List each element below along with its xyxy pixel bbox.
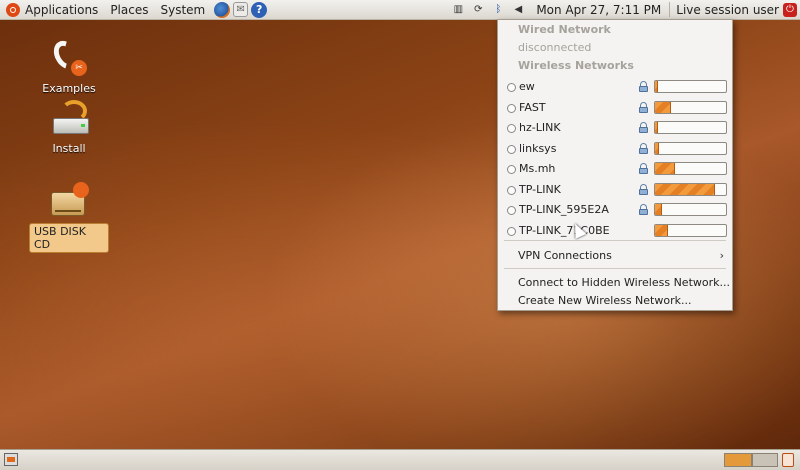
secured-lock-icon [638,163,649,174]
network-radio-button[interactable] [507,165,516,174]
signal-strength-fill [655,163,675,174]
signal-strength-bar [654,223,727,237]
mail-icon[interactable]: ✉ [233,2,249,17]
signal-strength-bar [654,80,727,93]
signal-strength-fill [655,142,659,154]
signal-strength-fill [655,101,671,113]
network-radio-button[interactable] [507,103,516,113]
examples-icon: ✂ [48,36,89,78]
bluetooth-icon[interactable]: ᛒ [491,3,505,17]
menu-separator [504,268,726,269]
wireless-network-item[interactable]: TP-LINK_595E2A [498,200,732,220]
signal-strength-bar [654,203,727,216]
create-new-network-item[interactable]: Create New Wireless Network... [518,294,691,307]
network-radio-button[interactable] [507,226,516,236]
desktop-icon-install[interactable]: Install [29,98,109,156]
wireless-network-item[interactable]: linksys [498,139,732,159]
wireless-network-item[interactable]: ew [498,77,732,97]
wired-network-status: disconnected [518,41,592,54]
network-name: TP-LINK [519,182,561,196]
applications-menu-label: Applications [25,2,99,17]
desktop-icon-label: Examples [42,82,96,95]
session-label[interactable]: Live session user [670,3,783,17]
places-menu[interactable]: Places [104,0,154,19]
workspace-2[interactable] [752,453,778,467]
show-desktop-icon[interactable] [4,453,18,466]
ubuntu-logo-icon [6,2,20,17]
wireless-network-item[interactable]: TP-LINK [498,180,732,200]
vpn-connections-item[interactable]: VPN Connections [518,249,728,262]
desktop-icon-usb-disk[interactable]: USB DISK CD [29,180,109,253]
signal-strength-fill [655,204,662,215]
desktop-icon-label: Install [52,142,86,155]
power-icon[interactable]: ⏻ [783,2,797,17]
wireless-network-item[interactable]: hz-LINK [498,118,732,138]
wired-network-header: Wired Network [518,23,611,36]
network-name: TP-LINK_595E2A [519,203,609,216]
network-name: TP-LINK_71C0BE [519,223,610,237]
network-name: Ms.mh [519,162,556,175]
secured-lock-icon [638,122,649,133]
connect-hidden-network-item[interactable]: Connect to Hidden Wireless Network... [518,276,730,289]
trash-icon[interactable] [782,453,794,467]
wireless-networks-header: Wireless Networks [518,59,634,72]
secured-lock-icon [638,204,649,215]
network-radio-button[interactable] [507,144,516,154]
network-name: hz-LINK [519,121,561,134]
help-icon[interactable]: ? [251,1,268,18]
network-radio-button[interactable] [507,124,516,133]
secured-lock-icon [638,183,649,195]
vpn-connections-label: VPN Connections [518,249,612,262]
secured-lock-icon [638,101,649,113]
system-tray: ▥ ⟳ ᛒ ◀ Mon Apr 27, 7:11 PM Live session… [448,0,800,19]
network-name: ew [519,80,535,93]
network-radio-button[interactable] [507,83,516,92]
signal-strength-bar [654,182,727,196]
submenu-arrow-icon: › [719,249,724,262]
network-radio-button[interactable] [507,185,516,195]
wireless-network-item[interactable]: FAST [498,98,732,118]
signal-strength-fill [655,81,658,92]
top-panel: Applications Places System ✉ ? ▥ ⟳ ᛒ ◀ M… [0,0,800,20]
network-name: linksys [519,141,557,155]
wireless-network-item[interactable]: Ms.mh [498,159,732,179]
signal-strength-bar [654,162,727,175]
signal-strength-bar [654,121,727,134]
install-icon [49,98,89,138]
clock[interactable]: Mon Apr 27, 7:11 PM [528,3,669,17]
signal-strength-fill [655,224,668,236]
volume-icon[interactable]: ◀ [511,3,525,17]
bottom-panel [0,449,800,470]
workspace-1[interactable] [724,453,752,467]
network-menu: Wired Network disconnected Wireless Netw… [497,19,733,311]
secured-lock-icon [638,142,649,154]
system-menu[interactable]: System [154,0,211,19]
wireless-network-item[interactable]: TP-LINK_71C0BE [498,221,732,241]
network-radio-button[interactable] [507,206,516,215]
update-notifier-icon[interactable]: ⟳ [471,3,485,17]
desktop-icon-label: USB DISK CD [29,223,109,253]
signal-strength-bar [654,100,727,114]
secured-lock-icon [638,81,649,92]
usb-disk-icon [49,180,89,220]
signal-strength-fill [655,122,658,133]
desktop-icon-examples[interactable]: ✂ Examples [29,36,109,96]
network-name: FAST [519,100,546,114]
signal-strength-bar [654,141,727,155]
network-manager-icon[interactable]: ▥ [451,3,465,17]
signal-strength-fill [655,183,715,195]
menu-separator [504,240,726,241]
firefox-icon[interactable] [214,1,231,18]
applications-menu[interactable]: Applications [0,0,104,19]
